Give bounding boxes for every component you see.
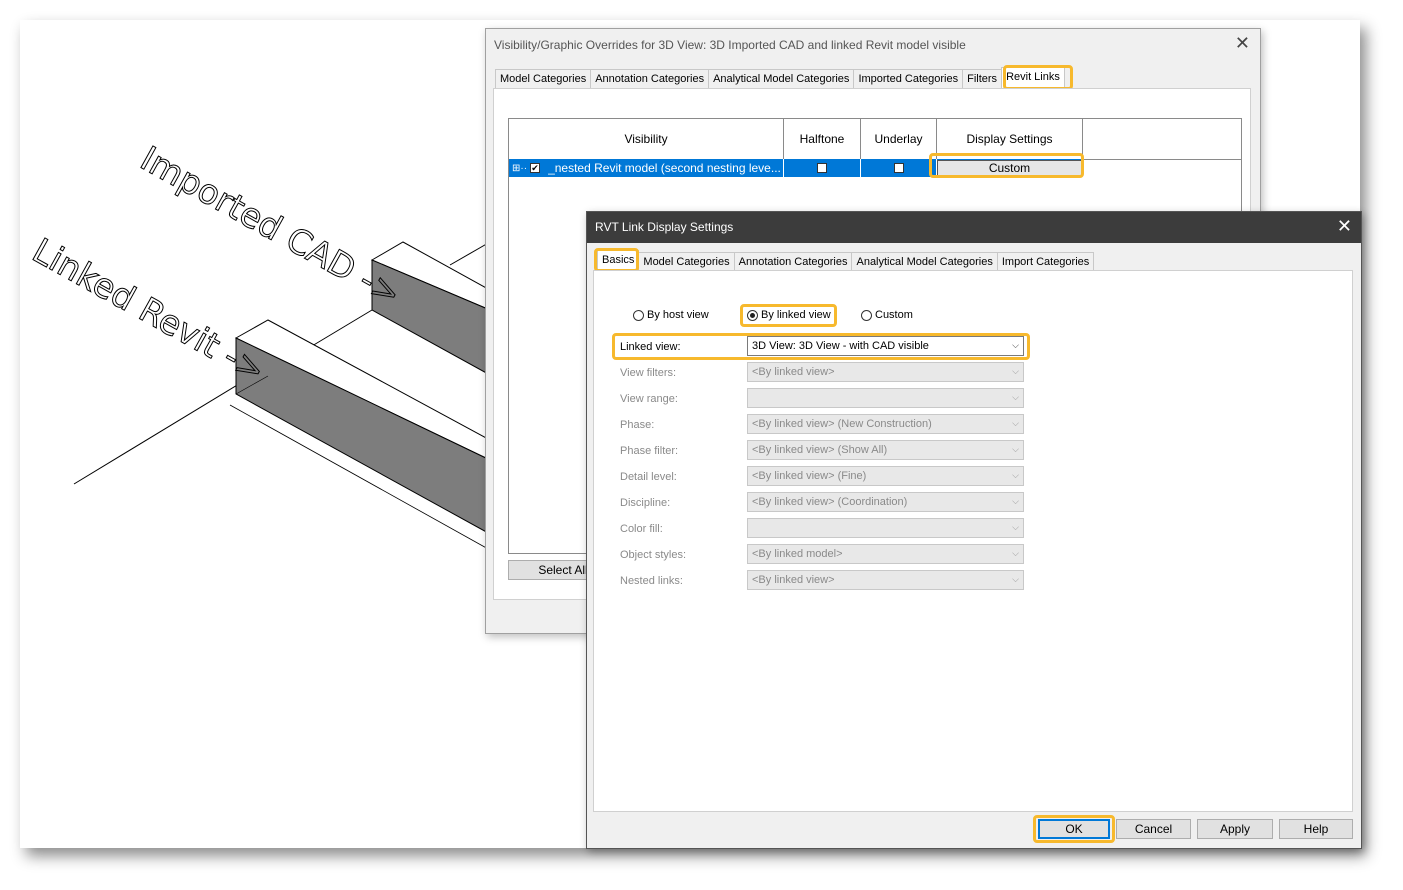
imported-cad-label: Imported CAD -> [134,139,408,315]
col-halftone[interactable]: Halftone [784,119,861,159]
tab-import-categories[interactable]: Import Categories [996,252,1095,271]
tree-connector: ·· [520,162,528,174]
rvt-tab-bar: Basics Model Categories Annotation Categ… [597,250,1095,271]
cancel-button[interactable]: Cancel [1116,819,1191,839]
rvt-link-display-settings-dialog: RVT Link Display Settings ✕ Basics Model… [586,211,1362,849]
detail-level-select: <By linked view> (Fine) ⌵ [747,466,1024,486]
linked-view-select[interactable]: 3D View: 3D View - with CAD visible ⌵ [747,336,1024,356]
radio-label: Custom [875,309,913,321]
display-settings-custom-button[interactable]: Custom [937,160,1082,176]
vg-dialog-title: Visibility/Graphic Overrides for 3D View… [494,38,966,52]
radio-button[interactable] [861,309,872,321]
object-styles-select: <By linked model> ⌵ [747,544,1024,564]
tab-model-categories[interactable]: Model Categories [495,69,592,88]
select-value: <By linked model> [752,548,843,560]
vg-tab-bar: Model Categories Annotation Categories A… [495,67,1065,88]
chevron-down-icon: ⌵ [1012,418,1019,428]
radio-label: By linked view [761,309,831,321]
tab-analytical-model-categories[interactable]: Analytical Model Categories [708,69,855,88]
chevron-down-icon: ⌵ [1012,366,1019,376]
color-fill-select: ⌵ [747,518,1024,538]
grid-header: Visibility Halftone Underlay Display Set… [509,119,1241,160]
select-value: <By linked view> (Coordination) [752,496,908,508]
tab-filters[interactable]: Filters [962,69,1003,88]
field-label-view-range: View range: [620,393,678,405]
close-icon[interactable]: ✕ [1337,217,1352,235]
help-button[interactable]: Help [1279,819,1353,839]
chevron-down-icon: ⌵ [1012,340,1019,350]
col-underlay[interactable]: Underlay [861,119,937,159]
display-settings-cell: Custom [937,159,1083,177]
tab-basics[interactable]: Basics [597,250,640,271]
radio-button-selected[interactable] [747,309,758,321]
underlay-cell [861,159,937,177]
close-icon[interactable]: ✕ [1235,34,1250,52]
chevron-down-icon: ⌵ [1012,574,1019,584]
field-label-object-styles: Object styles: [620,549,687,561]
link-name: _nested Revit model (second nesting leve… [548,161,781,175]
linked-revit-label: Linked Revit -> [26,231,272,392]
field-label-linked-view: Linked view: [620,341,681,353]
field-label-discipline: Discipline: [620,497,671,509]
chevron-down-icon: ⌵ [1012,470,1019,480]
tab-annotation-categories[interactable]: Annotation Categories [733,252,853,271]
chevron-down-icon: ⌵ [1012,496,1019,506]
col-visibility[interactable]: Visibility [509,119,784,159]
chevron-down-icon: ⌵ [1012,392,1019,402]
chevron-down-icon: ⌵ [1012,522,1019,532]
halftone-checkbox[interactable] [817,163,827,173]
phase-filter-select: <By linked view> (Show All) ⌵ [747,440,1024,460]
phase-select: <By linked view> (New Construction) ⌵ [747,414,1024,434]
tab-annotation-categories[interactable]: Annotation Categories [590,69,710,88]
select-value: 3D View: 3D View - with CAD visible [752,340,929,352]
radio-label: By host view [647,309,709,321]
tab-imported-categories[interactable]: Imported Categories [853,69,964,88]
radio-custom[interactable]: Custom [861,309,913,321]
underlay-checkbox[interactable] [893,163,904,173]
tab-revit-links[interactable]: Revit Links [1001,67,1065,88]
select-value: <By linked view> (Fine) [752,470,867,482]
select-value: <By linked view> (Show All) [752,444,888,456]
field-label-nested-links: Nested links: [620,575,683,587]
dialog-titlebar: RVT Link Display Settings ✕ [587,212,1361,243]
field-label-detail-level: Detail level: [620,471,677,483]
radio-by-linked-view[interactable]: By linked view [747,309,831,321]
tab-analytical-model-categories[interactable]: Analytical Model Categories [851,252,998,271]
chevron-down-icon: ⌵ [1012,444,1019,454]
select-value: <By linked view> [752,366,835,378]
expand-icon[interactable]: ⊞ [512,163,520,174]
nested-links-select: <By linked view> ⌵ [747,570,1024,590]
field-label-view-filters: View filters: [620,367,677,379]
apply-button[interactable]: Apply [1197,819,1273,839]
basics-panel: By host view By linked view Custom Linke… [593,270,1353,812]
field-label-phase: Phase: [620,419,655,431]
field-label-phase-filter: Phase filter: [620,445,679,457]
field-label-color-fill: Color fill: [620,523,663,535]
halftone-cell [784,159,861,177]
select-value: <By linked view> [752,574,835,586]
view-filters-select: <By linked view> ⌵ [747,362,1024,382]
chevron-down-icon: ⌵ [1012,548,1019,558]
tab-model-categories[interactable]: Model Categories [638,252,735,271]
table-row[interactable]: ⊞ ·· ✔ _nested Revit model (second nesti… [509,159,1241,177]
view-range-select: ⌵ [747,388,1024,408]
col-display-settings[interactable]: Display Settings [937,119,1083,159]
rvt-dialog-title: RVT Link Display Settings [595,220,734,234]
ok-button[interactable]: OK [1038,819,1110,839]
row-visible-checkbox[interactable]: ✔ [530,163,541,173]
radio-by-host-view[interactable]: By host view [633,309,709,321]
select-value: <By linked view> (New Construction) [752,418,932,430]
radio-button[interactable] [633,309,644,321]
discipline-select: <By linked view> (Coordination) ⌵ [747,492,1024,512]
visibility-cell: ⊞ ·· ✔ _nested Revit model (second nesti… [509,159,784,177]
